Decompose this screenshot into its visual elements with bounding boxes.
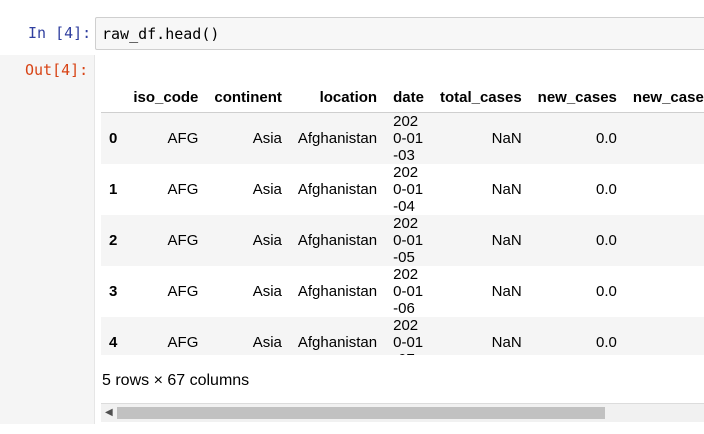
table-cell: 0.0	[596, 130, 617, 147]
table-cell: AFG	[167, 283, 199, 300]
table-row: 4 AFG Asia Afghanistan 2020-01-07 NaN 0.0	[101, 317, 704, 355]
triangle-left-icon[interactable]: ◀	[105, 407, 113, 418]
column-header: date	[385, 75, 432, 113]
table-cell: Afghanistan	[297, 334, 378, 351]
table-cell: 2020-01-05	[393, 215, 424, 266]
table-cell: Asia	[252, 130, 282, 147]
table-cell: NaN	[491, 232, 522, 249]
table-row: 2 AFG Asia Afghanistan 2020-01-05 NaN 0.0	[101, 215, 704, 266]
table-cell: NaN	[491, 130, 522, 147]
table-cell: 2020-01-07	[393, 317, 424, 355]
row-index: 1	[109, 181, 118, 198]
table-row: 0 AFG Asia Afghanistan 2020-01-03 NaN 0.0	[101, 112, 704, 165]
table-cell: 0.0	[596, 232, 617, 249]
table-cell: Afghanistan	[297, 130, 378, 147]
table-cell: 0.0	[596, 283, 617, 300]
row-index: 0	[109, 130, 118, 147]
index-header	[101, 75, 126, 113]
dataframe-table: iso_code continent location date total_c…	[101, 75, 704, 355]
table-cell	[625, 164, 704, 215]
input-prompt: In [4]:	[28, 24, 92, 42]
table-cell: Asia	[252, 232, 282, 249]
table-cell: 2020-01-03	[393, 113, 424, 164]
row-index: 2	[109, 232, 118, 249]
output-gutter	[0, 55, 95, 424]
table-cell	[625, 266, 704, 317]
table-cell: Afghanistan	[297, 181, 378, 198]
column-header: total_cases	[431, 75, 530, 113]
table-cell: 2020-01-04	[393, 164, 424, 215]
table-cell	[625, 317, 704, 355]
table-cell: Asia	[252, 283, 282, 300]
table-cell: 0.0	[596, 181, 617, 198]
table-cell: AFG	[167, 232, 199, 249]
column-header: new_cases	[529, 75, 625, 113]
code-text: raw_df.head()	[102, 25, 220, 43]
column-header: continent	[206, 75, 290, 113]
output-prompt: Out[4]:	[25, 61, 89, 79]
table-cell: Afghanistan	[297, 232, 378, 249]
table-cell: Asia	[252, 334, 282, 351]
column-header: iso_code	[125, 75, 207, 113]
column-header: new_case	[624, 75, 704, 113]
table-row: 1 AFG Asia Afghanistan 2020-01-04 NaN 0.0	[101, 164, 704, 215]
dataframe-table-container: iso_code continent location date total_c…	[101, 75, 704, 355]
table-cell: Afghanistan	[297, 283, 378, 300]
table-cell	[625, 113, 704, 165]
table-cell: AFG	[167, 334, 199, 351]
table-cell: Asia	[252, 181, 282, 198]
row-index: 4	[109, 334, 118, 351]
table-cell: AFG	[167, 181, 199, 198]
code-cell-input[interactable]: raw_df.head()	[95, 17, 704, 50]
output-area: Out[4]: iso_code continent location date…	[0, 55, 704, 434]
table-cell: 2020-01-06	[393, 266, 424, 317]
table-cell: 0.0	[596, 334, 617, 351]
table-cell: NaN	[491, 181, 522, 198]
dataframe-shape-summary: 5 rows × 67 columns	[102, 372, 250, 389]
table-cell: NaN	[491, 334, 522, 351]
table-header-row: iso_code continent location date total_c…	[101, 75, 704, 113]
table-row: 3 AFG Asia Afghanistan 2020-01-06 NaN 0.0	[101, 266, 704, 317]
horizontal-scrollbar[interactable]: ◀	[101, 403, 704, 422]
table-cell: AFG	[167, 130, 199, 147]
column-header: location	[289, 75, 386, 113]
table-cell	[625, 215, 704, 266]
row-index: 3	[109, 283, 118, 300]
table-cell: NaN	[491, 283, 522, 300]
scrollbar-thumb[interactable]	[117, 407, 605, 419]
